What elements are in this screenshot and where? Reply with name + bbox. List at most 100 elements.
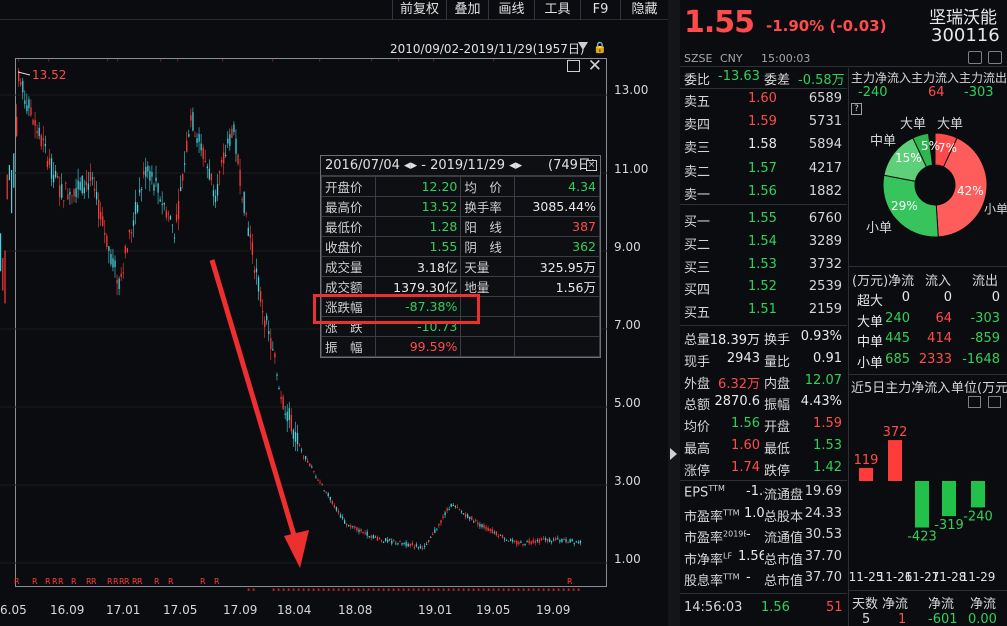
bid-row[interactable]: 买一 1.55 6760 bbox=[684, 211, 844, 233]
bell-icon[interactable] bbox=[968, 51, 982, 64]
kline-candle bbox=[456, 507, 459, 509]
stat-label: 最低 bbox=[764, 442, 791, 457]
kline-candle bbox=[106, 235, 108, 247]
kline-candle bbox=[557, 538, 559, 540]
kline-candle bbox=[341, 516, 344, 519]
y-tick: 11.00 bbox=[614, 162, 649, 176]
kline-candle bbox=[571, 539, 573, 542]
hide-button[interactable]: 隐藏 bbox=[620, 0, 668, 20]
five-day-bar-label: -319 bbox=[934, 518, 964, 533]
donut-label-large-out: 大单 bbox=[937, 117, 964, 132]
fundamental-row: 市净率LF 1.56 总市值 37.70 bbox=[684, 548, 844, 571]
fuquan-button[interactable]: 前复权 bbox=[392, 0, 446, 20]
y-tick: 9.00 bbox=[614, 240, 641, 254]
bid-row[interactable]: 买三 1.53 3732 bbox=[684, 257, 844, 279]
kline-candle bbox=[323, 490, 325, 492]
popup-close-icon[interactable]: × bbox=[586, 160, 597, 171]
level-price: 1.52 bbox=[748, 279, 777, 295]
stat-value: 1.60 bbox=[731, 438, 760, 453]
star-marker: * bbox=[397, 587, 401, 595]
kline-candle bbox=[522, 544, 524, 546]
flow-header: 主力净流入主力流入主力流出 bbox=[851, 71, 1007, 85]
kline-candle bbox=[538, 539, 541, 543]
bid-row[interactable]: 买五 1.51 2159 bbox=[684, 302, 844, 324]
popup-value: 1.56万 bbox=[513, 276, 601, 297]
star-marker: * bbox=[272, 587, 276, 595]
star-marker: * bbox=[432, 587, 436, 595]
five-day-bar bbox=[915, 481, 929, 528]
kline-chart-area[interactable]: 2010/09/02-2019/11/29(1957日) 🔒 ✕ ʳʳʳʳʳʳʳ… bbox=[0, 20, 668, 626]
kline-candle bbox=[473, 521, 475, 523]
kline-candle bbox=[233, 124, 235, 133]
kline-candle bbox=[120, 273, 122, 277]
bid-row[interactable]: 买四 1.52 2539 bbox=[684, 279, 844, 301]
kline-candle bbox=[544, 538, 547, 541]
level-label: 卖二 bbox=[684, 164, 711, 180]
kline-candle bbox=[385, 538, 387, 541]
five-day-unit: 单位(万元) bbox=[951, 377, 1007, 396]
popup-value: 99.59% bbox=[374, 336, 462, 357]
kline-candle bbox=[505, 539, 508, 541]
star-marker: * bbox=[337, 587, 341, 595]
panel-collapse-strip[interactable] bbox=[668, 0, 680, 626]
kline-candle bbox=[139, 189, 141, 193]
kline-candle bbox=[134, 201, 137, 215]
kline-candle bbox=[91, 177, 94, 180]
level-volume: 2539 bbox=[808, 279, 842, 295]
ask-row[interactable]: 卖五 1.60 6589 bbox=[684, 91, 844, 113]
kline-candle bbox=[59, 185, 61, 198]
star-marker: * bbox=[442, 587, 446, 595]
kline-candle bbox=[73, 189, 75, 197]
r-marker: R bbox=[200, 577, 206, 586]
kline-candle bbox=[444, 512, 446, 516]
r-marker: R bbox=[168, 577, 174, 586]
level-price: 1.58 bbox=[748, 137, 777, 153]
kline-candle bbox=[534, 541, 536, 543]
bid-row[interactable]: 买二 1.54 3289 bbox=[684, 234, 844, 256]
kline-candle bbox=[442, 516, 444, 519]
kline-candle bbox=[245, 213, 247, 215]
kline-candle bbox=[305, 455, 307, 460]
kline-candle bbox=[311, 466, 313, 468]
price-change: -1.90% (-0.03) bbox=[766, 17, 887, 35]
kline-candle bbox=[251, 242, 254, 255]
flow-table-cell: -303 bbox=[970, 310, 1000, 326]
kline-candle bbox=[16, 116, 18, 136]
kline-candle bbox=[551, 541, 553, 543]
settings-icon[interactable] bbox=[988, 51, 1002, 64]
popup-table: 开盘价 12.20 均 价 4.34 最高价 13.52 换手率 3085.44% 最低价 1.2… bbox=[321, 176, 601, 357]
star-marker: * bbox=[377, 587, 381, 595]
kline-candle bbox=[102, 216, 104, 226]
popup-range[interactable]: 2016/07/04 ◂▸ - 2019/11/29 ◂▸ bbox=[325, 158, 522, 173]
weibi-label: 委比 bbox=[684, 73, 711, 88]
level-price: 1.53 bbox=[748, 256, 777, 272]
flow-table-header: 流出 bbox=[972, 274, 999, 289]
draw-line-button[interactable]: 画线 bbox=[488, 0, 534, 20]
ask-row[interactable]: 卖四 1.59 5731 bbox=[684, 114, 844, 136]
stat-row: 总量 18.39万 换手 0.93% bbox=[684, 329, 844, 351]
ask-row[interactable]: 卖一 1.56 1882 bbox=[684, 184, 844, 206]
help-icon[interactable]: ? bbox=[851, 103, 862, 115]
collapse-arrow-icon[interactable] bbox=[670, 448, 677, 460]
f9-button[interactable]: F9 bbox=[580, 0, 620, 20]
ask-row[interactable]: 卖二 1.57 4217 bbox=[684, 161, 844, 183]
r-marker: ʳ bbox=[319, 58, 321, 66]
kline-candle bbox=[30, 107, 32, 116]
kline-candle bbox=[555, 538, 557, 540]
overlay-button[interactable]: 叠加 bbox=[446, 0, 488, 20]
popup-row: 最高价 13.52 换手率 3085.44% bbox=[321, 196, 601, 217]
level-volume: 5731 bbox=[808, 114, 842, 130]
kline-candle bbox=[354, 526, 356, 529]
ask-row[interactable]: 卖三 1.58 5894 bbox=[684, 137, 844, 159]
kline-candle bbox=[432, 533, 434, 535]
kline-candle bbox=[225, 154, 227, 156]
kline-candle bbox=[300, 449, 303, 451]
tools-button[interactable]: 工具 bbox=[534, 0, 580, 20]
divider bbox=[849, 374, 1007, 375]
kline-candle bbox=[346, 524, 348, 526]
kline-candle bbox=[438, 523, 440, 526]
kline-candle bbox=[175, 214, 178, 221]
kline-candle bbox=[28, 99, 30, 109]
stat-label: 开盘 bbox=[764, 420, 791, 436]
star-marker: * bbox=[322, 587, 326, 595]
